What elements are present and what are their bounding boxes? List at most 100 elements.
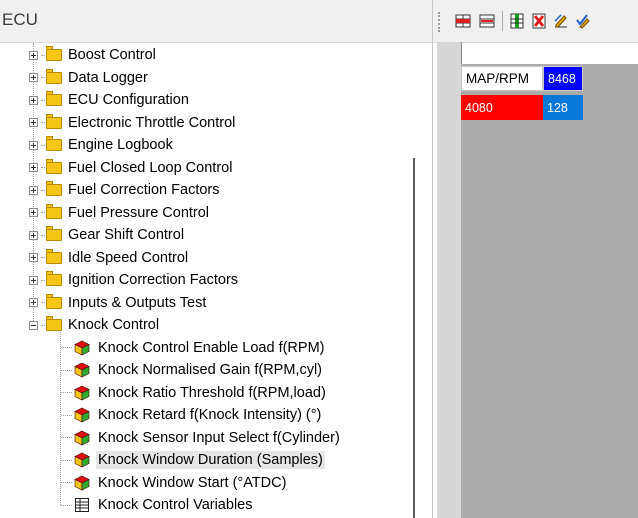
tree-item-knock-normalised-gain-f-rpm-cyl[interactable]: Knock Normalised Gain f(RPM,cyl)	[61, 359, 324, 381]
table-workspace	[461, 64, 638, 518]
toolbar-separator	[502, 11, 503, 31]
tree-item-knock-control-variables[interactable]: Knock Control Variables	[61, 494, 254, 516]
vertical-scrollbar[interactable]	[413, 158, 415, 518]
insert-column-icon[interactable]	[509, 13, 525, 29]
tree-item-knock-retard-f-knock-intensity[interactable]: Knock Retard f(Knock Intensity) (°)	[61, 404, 323, 426]
expand-icon[interactable]	[29, 253, 38, 262]
tree-item-label: Fuel Correction Factors	[68, 182, 220, 198]
expand-icon[interactable]	[29, 185, 38, 195]
tree-item-idle-speed-control[interactable]: Idle Speed Control	[29, 247, 190, 269]
folder-icon	[46, 158, 62, 174]
folder-icon	[46, 46, 62, 61]
expand-icon[interactable]	[29, 118, 38, 127]
tree-item-label: Engine Logbook	[68, 137, 173, 153]
tree-item-label: Knock Control Enable Load f(RPM)	[98, 339, 325, 356]
collapse-icon[interactable]	[29, 320, 38, 330]
ecu-tree: Boost Control Data Logger ECU Configuratio…	[0, 43, 400, 518]
expand-icon[interactable]	[29, 275, 38, 285]
folder-icon	[46, 271, 62, 286]
table-value-cell[interactable]: 128	[543, 95, 583, 120]
edit-check-icon[interactable]	[575, 13, 591, 29]
expand-icon[interactable]	[29, 50, 38, 60]
editor-margin	[437, 42, 462, 518]
tree-connector	[41, 234, 45, 236]
tree-connector	[41, 257, 45, 258]
tree-connector	[41, 212, 45, 213]
expand-icon[interactable]	[29, 230, 38, 240]
tree-item-label: Knock Retard f(Knock Intensity) (°)	[98, 407, 322, 423]
tree-item-knock-window-start-atdc[interactable]: Knock Window Start (°ATDC)	[61, 472, 288, 494]
cube-icon	[74, 452, 90, 468]
delete-row-icon[interactable]	[479, 13, 495, 29]
folder-icon	[46, 91, 62, 106]
tree-connector	[41, 167, 45, 168]
tree-item-gear-shift-control[interactable]: Gear Shift Control	[29, 224, 186, 246]
tree-item-fuel-pressure-control[interactable]: Fuel Pressure Control	[29, 202, 211, 224]
tree-connector	[41, 99, 45, 101]
tree-item-label: ECU Configuration	[68, 92, 189, 108]
tree-item-label: Knock Window Duration (Samples)	[96, 451, 325, 469]
tree-item-engine-logbook[interactable]: Engine Logbook	[29, 134, 175, 156]
tree-item-knock-ratio-threshold-f-rpm-load[interactable]: Knock Ratio Threshold f(RPM,load)	[61, 382, 328, 404]
expand-icon[interactable]	[29, 163, 38, 172]
cube-icon	[74, 340, 90, 355]
tree-item-electronic-throttle-control[interactable]: Electronic Throttle Control	[29, 112, 237, 134]
tree-item-knock-control[interactable]: Knock Control	[29, 314, 161, 336]
tree-connector	[61, 482, 72, 483]
folder-icon	[46, 248, 62, 264]
expand-icon[interactable]	[29, 208, 38, 217]
table-editor-panel: MAP/RPM 8468 4080 128	[432, 0, 638, 518]
tree-item-label: Knock Ratio Threshold f(RPM,load)	[98, 384, 326, 401]
expand-icon[interactable]	[29, 140, 38, 150]
folder-icon	[46, 203, 62, 219]
tree-connector	[41, 302, 45, 303]
delete-column-icon[interactable]	[531, 13, 547, 29]
ecu-panel-header: ECU	[0, 0, 432, 43]
table-toolbar	[433, 0, 638, 43]
folder-icon	[46, 226, 62, 241]
tree-item-knock-sensor-input-select-f-cylinder[interactable]: Knock Sensor Input Select f(Cylinder)	[61, 427, 342, 449]
insert-row-icon[interactable]	[455, 13, 471, 29]
cube-icon	[74, 362, 90, 378]
expand-icon[interactable]	[29, 95, 38, 105]
tree-connector	[61, 347, 72, 348]
tree-connector	[61, 392, 72, 393]
tree-item-data-logger[interactable]: Data Logger	[29, 67, 150, 89]
tree-item-label: Electronic Throttle Control	[68, 114, 236, 131]
rpm-axis-cell[interactable]: 8468	[543, 66, 583, 91]
tree-item-fuel-closed-loop-control[interactable]: Fuel Closed Loop Control	[29, 157, 234, 179]
expand-icon[interactable]	[29, 73, 38, 82]
tree-item-label: Knock Normalised Gain f(RPM,cyl)	[98, 362, 322, 378]
tree-item-ecu-configuration[interactable]: ECU Configuration	[29, 89, 191, 111]
tree-item-knock-control-enable-load-f-rpm[interactable]: Knock Control Enable Load f(RPM)	[61, 337, 326, 359]
tree-connector	[61, 437, 72, 438]
tree-connector	[41, 77, 45, 78]
tree-item-label: Knock Sensor Input Select f(Cylinder)	[98, 429, 340, 446]
tree-item-inputs-outputs-test[interactable]: Inputs & Outputs Test	[29, 292, 208, 314]
tree-item-label: Gear Shift Control	[68, 227, 185, 243]
folder-icon	[46, 316, 62, 331]
edit-icon[interactable]	[553, 13, 569, 29]
tree-connector	[61, 414, 72, 416]
tree-item-label: Knock Control Variables	[98, 497, 253, 513]
map-axis-cell[interactable]: 4080	[461, 95, 543, 120]
tree-item-boost-control[interactable]: Boost Control	[29, 44, 158, 66]
folder-icon	[46, 68, 62, 84]
tree-item-knock-window-duration-samples[interactable]: Knock Window Duration (Samples)	[61, 449, 325, 471]
cube-icon	[74, 385, 90, 400]
tree-item-label: Inputs & Outputs Test	[68, 294, 207, 311]
tree-connector	[41, 122, 45, 123]
tree-connector	[41, 324, 45, 326]
map-rpm-header-cell: MAP/RPM	[461, 66, 543, 91]
tree-item-fuel-correction-factors[interactable]: Fuel Correction Factors	[29, 179, 222, 201]
tree-item-label: Boost Control	[68, 47, 156, 63]
tree-item-ignition-correction-factors[interactable]: Ignition Correction Factors	[29, 269, 240, 291]
tree-connector	[41, 144, 45, 146]
ecu-panel: ECU Boost Control Data Logger ECU Configur…	[0, 0, 432, 518]
expand-icon[interactable]	[29, 298, 38, 307]
toolbar-grip[interactable]	[438, 12, 442, 32]
tree-connector	[41, 54, 45, 56]
tree-item-label: Knock Control	[68, 317, 160, 333]
cube-icon	[74, 475, 90, 490]
tree-item-label: Fuel Closed Loop Control	[68, 159, 233, 176]
